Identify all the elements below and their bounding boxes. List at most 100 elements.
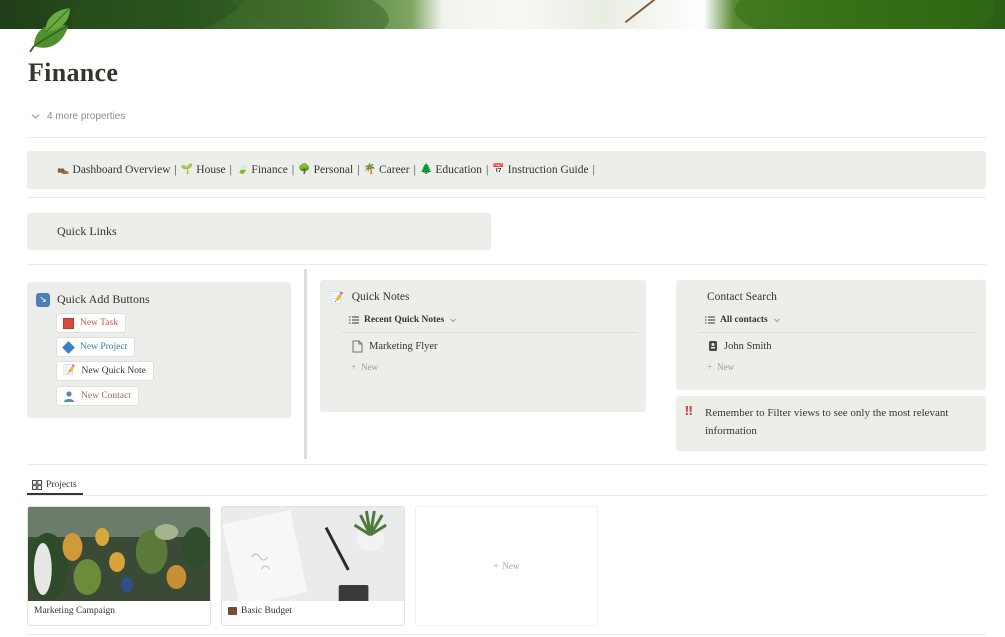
new-quick-note-row[interactable]: + New [351, 362, 378, 372]
new-gallery-card[interactable]: + New [415, 506, 598, 626]
nav-link-finance[interactable]: 🍃 Finance [236, 164, 288, 176]
view-label: Recent Quick Notes [364, 315, 445, 325]
page-title: Finance [28, 58, 119, 87]
quick-add-heading: ↘ Quick Add Buttons [36, 292, 150, 307]
contact-card-icon [709, 341, 717, 351]
new-label: New [361, 362, 379, 372]
nav-label: Career [378, 164, 410, 176]
button-label: New Task [80, 318, 118, 328]
boot-icon: 👞 [57, 164, 70, 175]
view-label: All contacts [720, 315, 768, 325]
nav-separator: | [413, 164, 416, 176]
plus-icon: + [707, 362, 713, 372]
quick-notes-title: Quick Notes [351, 291, 410, 303]
quick-add-title: Quick Add Buttons [57, 292, 150, 306]
contact-search-title: Contact Search [707, 291, 777, 303]
chevron-down-icon [450, 318, 457, 323]
button-label: New Project [80, 342, 128, 352]
new-label: New [717, 362, 735, 372]
nav-link-instruction-guide[interactable]: 📅 Instruction Guide [492, 164, 588, 176]
gallery-card[interactable]: Basic Budget [221, 506, 405, 626]
leaf-icon[interactable] [28, 6, 78, 54]
nav-separator: | [592, 164, 595, 176]
quick-notes-view-tab[interactable]: Recent Quick Notes [349, 315, 457, 325]
tab-label: Projects [46, 480, 77, 490]
divider [27, 634, 986, 635]
calendar-icon: 📅 [492, 164, 505, 175]
potted-plant-icon: 🌱 [180, 164, 194, 175]
chevron-down-icon [31, 113, 40, 119]
new-contact-button[interactable]: New Contact [56, 386, 139, 406]
nav-link-personal[interactable]: 🌳 Personal [298, 164, 353, 176]
contact-search-heading: Contact Search [707, 291, 777, 303]
nav-separator: | [291, 164, 295, 176]
arrow-down-right-icon: ↘ [36, 292, 50, 307]
view-divider [698, 332, 976, 333]
reminder-text: Remember to Filter views to see only the… [705, 407, 949, 437]
nav-label: Dashboard Overview [72, 164, 171, 176]
button-label: New Quick Note [81, 366, 146, 376]
briefcase-icon [228, 607, 237, 615]
list-icon [349, 316, 359, 324]
nav-link-dashboard[interactable]: 👞 Dashboard Overview [57, 164, 171, 176]
divider [27, 464, 986, 465]
nav-link-career[interactable]: 🌴 Career [364, 164, 410, 176]
card-cover-jungle-painting [28, 507, 210, 601]
person-icon [64, 391, 74, 402]
blue-diamond-icon [62, 340, 75, 354]
new-task-button[interactable]: New Task [56, 313, 126, 333]
nav-label: Instruction Guide [507, 164, 589, 176]
nav-label: House [196, 164, 226, 176]
nav-label: Education [435, 164, 483, 176]
cover-leaf-shape [64, 0, 256, 29]
gallery-card[interactable]: Marketing Campaign [27, 506, 211, 626]
view-divider [342, 332, 638, 333]
nav-label: Personal [313, 164, 354, 176]
navigation-callout: 👞 Dashboard Overview | 🌱 House | 🍃 Finance … [27, 151, 986, 189]
list-item-title: Marketing Flyer [369, 341, 438, 352]
new-contact-row[interactable]: + New [707, 362, 734, 372]
column-divider [304, 269, 307, 459]
nav-separator: | [229, 164, 232, 176]
cover-image [0, 0, 1005, 29]
red-square-icon [63, 317, 74, 329]
page-icon [352, 340, 363, 353]
pine-tree-icon: 🌲 [419, 164, 433, 175]
memo-icon: 📝 [330, 290, 344, 304]
card-caption: Basic Budget [228, 606, 292, 616]
nav-separator: | [174, 164, 177, 176]
properties-toggle[interactable]: 4 more properties [30, 108, 125, 124]
cover-stem-shape [624, 0, 666, 24]
contacts-view-tab[interactable]: All contacts [705, 315, 781, 325]
nav-link-education[interactable]: 🌲 Education [420, 164, 482, 176]
cover-leaf-shape [226, 0, 394, 29]
nav-separator: | [357, 164, 360, 176]
list-icon [705, 316, 715, 324]
plus-icon: + [351, 362, 357, 372]
list-item[interactable]: John Smith [708, 340, 772, 352]
new-project-button[interactable]: New Project [56, 337, 136, 357]
new-quick-note-button[interactable]: 📝 New Quick Note [56, 361, 154, 381]
card-title: Marketing Campaign [34, 606, 115, 616]
divider [27, 137, 986, 138]
new-label: New [502, 561, 520, 571]
tree-icon: 🌳 [298, 164, 311, 175]
quick-notes-heading: 📝 Quick Notes [330, 291, 410, 303]
double-exclamation-icon: ‼ [685, 404, 693, 418]
divider [27, 264, 986, 265]
nav-separator: | [486, 164, 489, 176]
card-caption: Marketing Campaign [34, 606, 115, 616]
divider [27, 495, 986, 496]
quick-links-callout: Quick Links [27, 213, 491, 250]
list-item-title: John Smith [724, 340, 772, 352]
cover-leaf-shape [735, 0, 995, 29]
gallery-icon [32, 480, 42, 490]
button-label: New Contact [81, 391, 131, 401]
nav-label: Finance [251, 164, 288, 176]
list-item[interactable]: Marketing Flyer [352, 340, 438, 353]
nav-link-house[interactable]: 🌱 House [181, 164, 226, 176]
memo-icon: 📝 [63, 365, 76, 376]
divider [27, 197, 986, 198]
properties-toggle-label: 4 more properties [47, 110, 126, 122]
card-title: Basic Budget [241, 606, 292, 616]
